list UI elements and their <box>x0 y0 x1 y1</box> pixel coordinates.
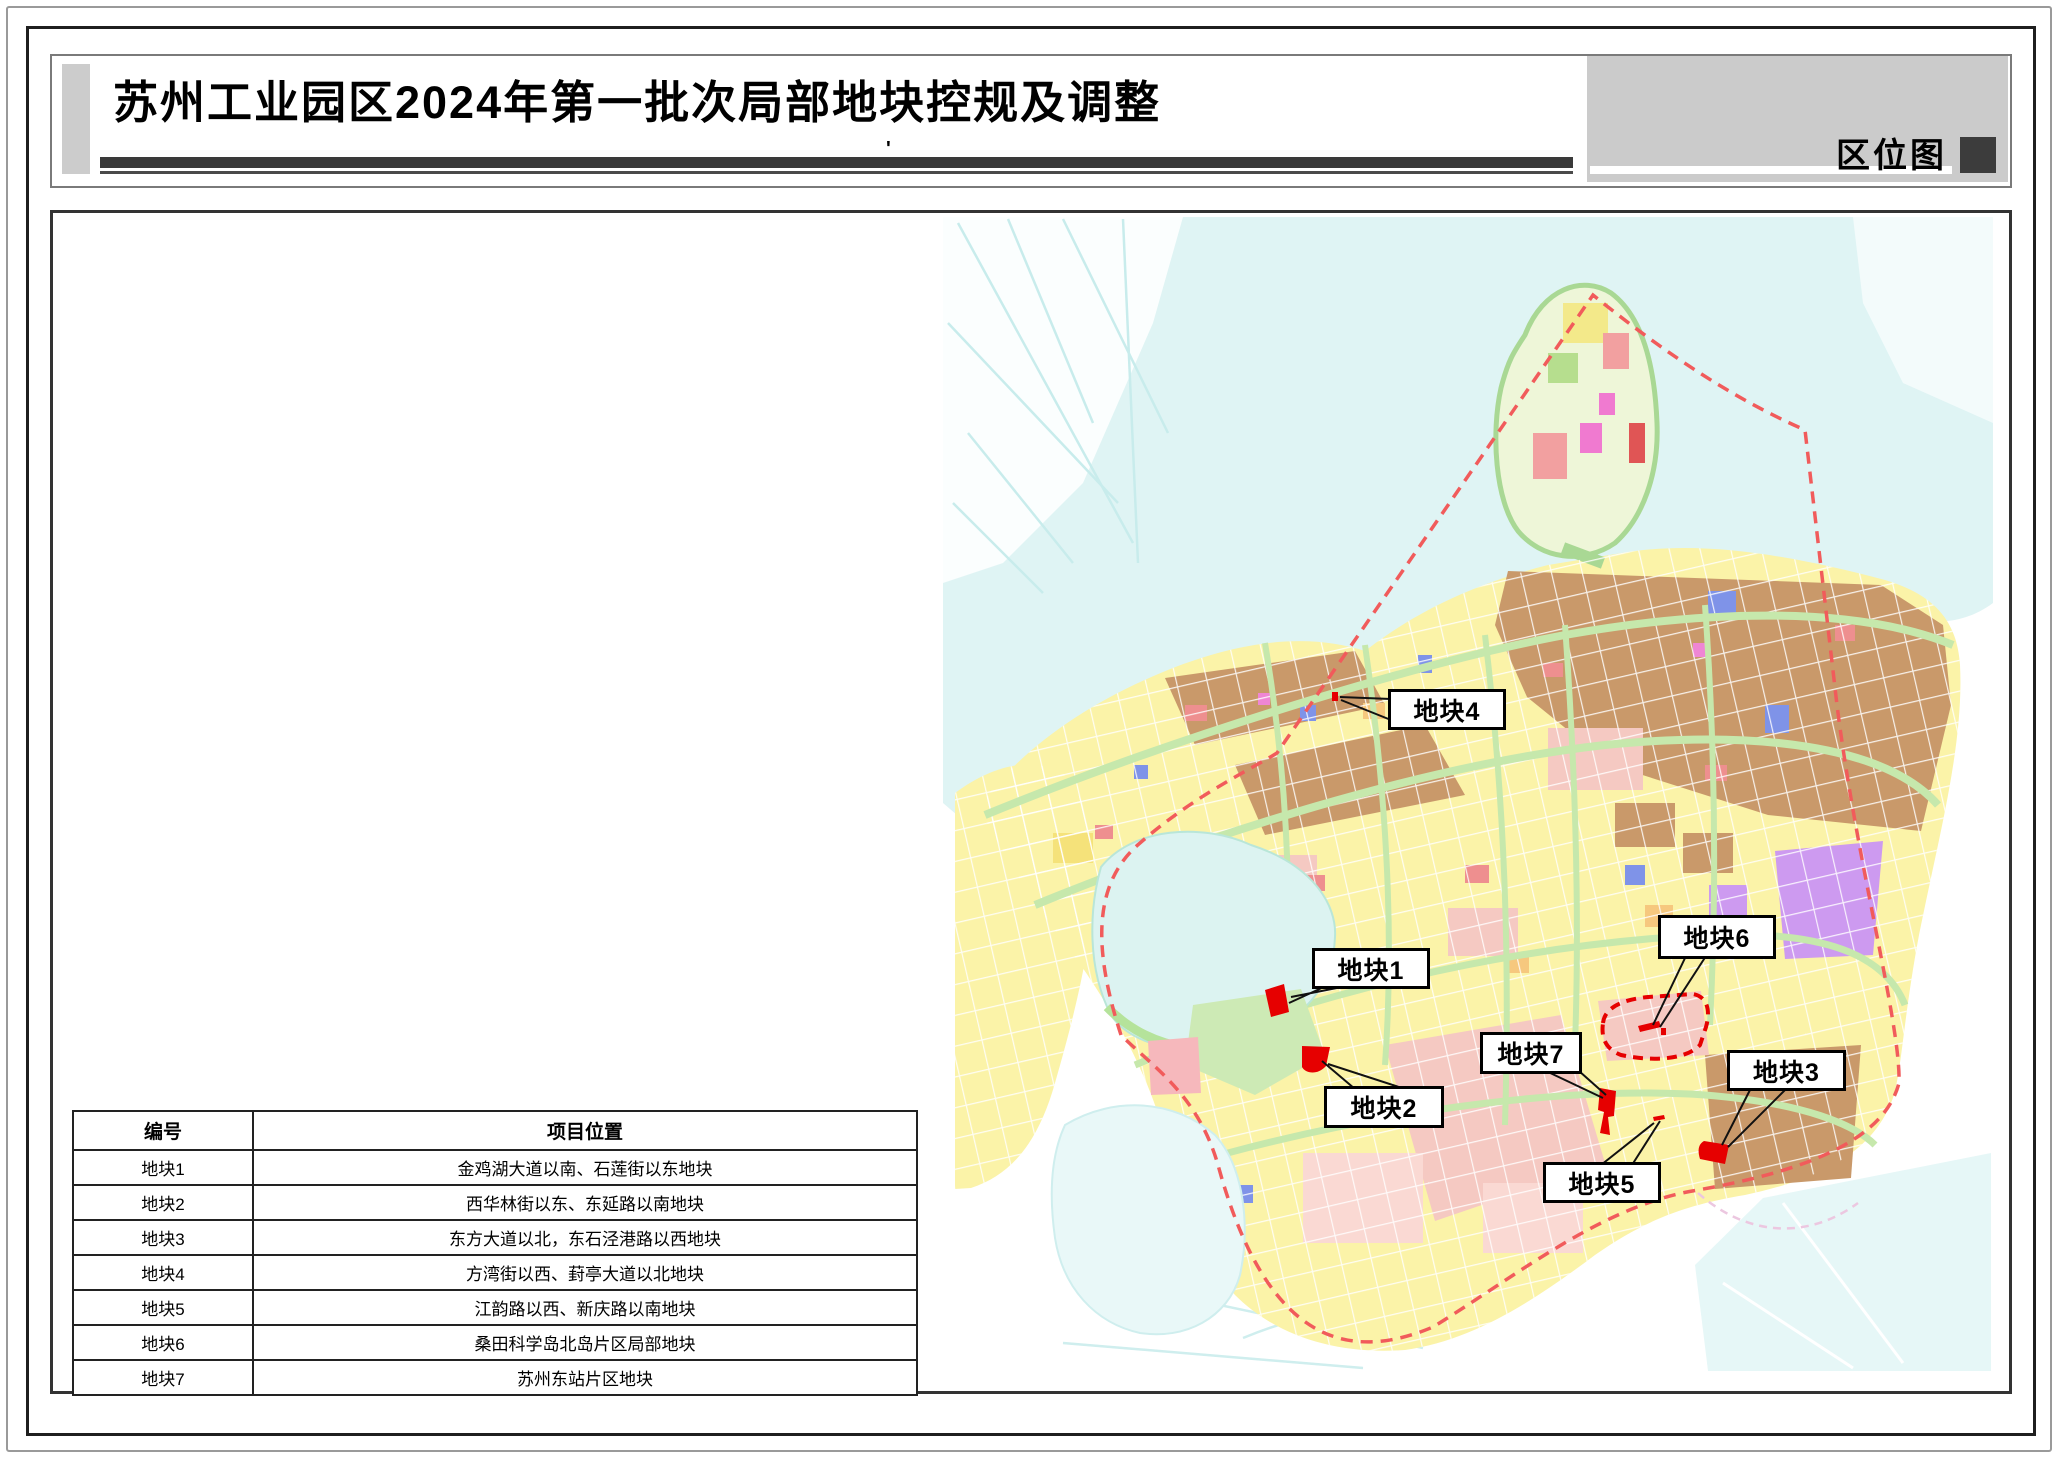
table-row: 地块1 金鸡湖大道以南、石莲街以东地块 <box>73 1150 917 1185</box>
plot-location: 东方大道以北，东石泾港路以西地块 <box>253 1220 917 1255</box>
plot-id: 地块2 <box>73 1185 253 1220</box>
header-accent-bar <box>62 64 90 174</box>
table-row: 地块3 东方大道以北，东石泾港路以西地块 <box>73 1220 917 1255</box>
table-row: 地块7 苏州东站片区地块 <box>73 1360 917 1395</box>
plot-location: 苏州东站片区地块 <box>253 1360 917 1395</box>
callout-plot-3: 地块3 <box>1727 1050 1846 1091</box>
plot-location: 金鸡湖大道以南、石莲街以东地块 <box>253 1150 917 1185</box>
plot-legend-table: 编号 项目位置 地块1 金鸡湖大道以南、石莲街以东地块 地块2 西华林街以东、东… <box>72 1110 918 1396</box>
table-row: 地块6 桑田科学岛北岛片区局部地块 <box>73 1325 917 1360</box>
title-tick-mark: ' <box>886 138 891 161</box>
corner-square-marker <box>1960 137 1996 173</box>
table-row: 地块4 方湾街以西、葑亭大道以北地块 <box>73 1255 917 1290</box>
table-row: 地块5 江韵路以西、新庆路以南地块 <box>73 1290 917 1325</box>
callout-plot-2: 地块2 <box>1324 1086 1444 1128</box>
plot-id: 地块5 <box>73 1290 253 1325</box>
callout-plot-6: 地块6 <box>1658 915 1776 959</box>
callout-plot-1: 地块1 <box>1312 948 1430 989</box>
title-underline-thin <box>100 171 1573 174</box>
plot-location: 桑田科学岛北岛片区局部地块 <box>253 1325 917 1360</box>
callout-plot-4: 地块4 <box>1388 689 1506 730</box>
callout-plot-7: 地块7 <box>1480 1032 1582 1074</box>
plot-id: 地块3 <box>73 1220 253 1255</box>
callout-plot-5: 地块5 <box>1543 1162 1661 1203</box>
plan-sheet: 苏州工业园区2024年第一批次局部地块控规及调整 ' 区位图 <box>0 0 2062 1458</box>
plot-id: 地块1 <box>73 1150 253 1185</box>
column-header-id: 编号 <box>73 1111 253 1150</box>
plot-id: 地块7 <box>73 1360 253 1395</box>
title-underline-thick <box>100 157 1573 168</box>
plot-location: 方湾街以西、葑亭大道以北地块 <box>253 1255 917 1290</box>
table-row: 地块2 西华林街以东、东延路以南地块 <box>73 1185 917 1220</box>
plot-location: 江韵路以西、新庆路以南地块 <box>253 1290 917 1325</box>
plot-id: 地块6 <box>73 1325 253 1360</box>
plot-4-marker <box>1332 692 1338 701</box>
plot-location: 西华林街以东、东延路以南地块 <box>253 1185 917 1220</box>
plot-id: 地块4 <box>73 1255 253 1290</box>
column-header-location: 项目位置 <box>253 1111 917 1150</box>
page-title: 苏州工业园区2024年第一批次局部地块控规及调整 <box>113 66 1161 131</box>
sheet-type-label: 区位图 <box>1836 128 1947 177</box>
table-header-row: 编号 项目位置 <box>73 1111 917 1150</box>
